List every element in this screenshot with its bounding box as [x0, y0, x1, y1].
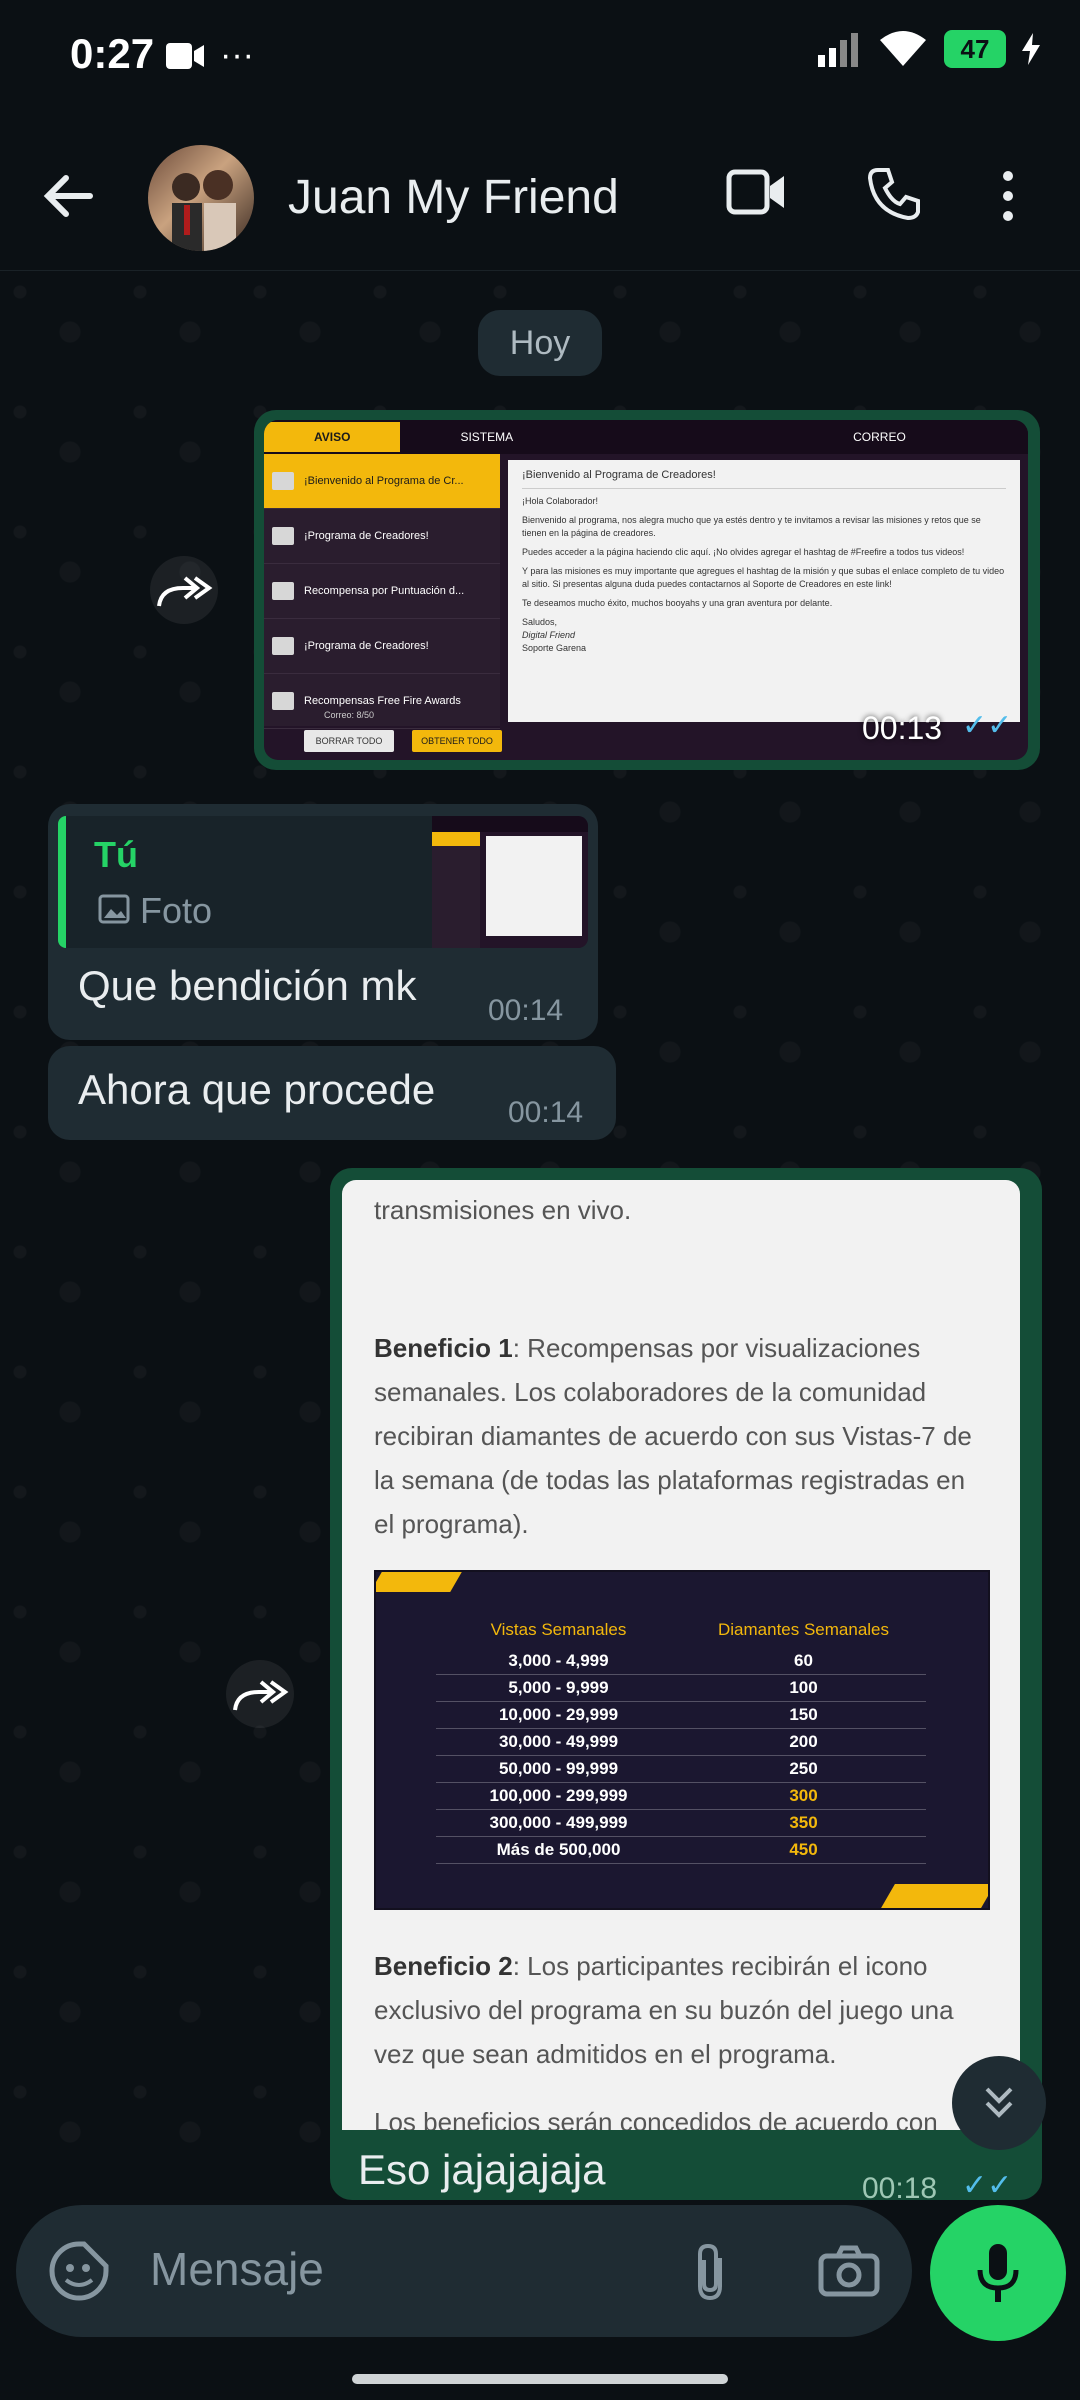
screenshot-delete-all-button: BORRAR TODO: [304, 730, 394, 752]
mail-icon: [272, 472, 294, 490]
mail-icon: [272, 692, 294, 710]
voice-call-button[interactable]: [866, 166, 922, 227]
screenshot-tab-aviso: AVISO: [264, 422, 401, 452]
mail-icon: [272, 582, 294, 600]
read-receipt-icon: ✓✓: [962, 2169, 1013, 2202]
microphone-icon: [977, 2244, 1019, 2302]
screenshot-tab-correo: CORREO: [853, 430, 906, 444]
screenshot-mail-content: ¡Bienvenido al Programa de Creadores! ¡H…: [508, 460, 1020, 722]
status-time: 0:27: [70, 30, 155, 77]
sticker-icon: [49, 2241, 109, 2301]
screenshot-mail-count: Correo: 8/50: [324, 710, 375, 720]
screenshot-mail-body: Y para las misiones es muy importante qu…: [522, 566, 1005, 590]
message-text: Ahora que procede: [78, 1066, 436, 1113]
screenshot-mail-greeting: ¡Hola Colaborador!: [522, 495, 599, 506]
forward-button[interactable]: [226, 1660, 294, 1728]
photo-icon: [98, 894, 130, 929]
document-text: transmisiones en vivo.: [374, 1195, 632, 1225]
benefit-text: : Recompensas por visualizaciones semana…: [374, 1333, 972, 1539]
back-arrow-icon: [43, 175, 93, 217]
kebab-menu-icon: [1003, 171, 1013, 221]
battery-indicator: 47: [944, 30, 1006, 68]
forward-button[interactable]: [150, 556, 218, 624]
table-row: Más de 500,000 450: [436, 1837, 926, 1864]
forward-arrows-icon: [157, 576, 213, 607]
screenshot-mail-item: Recompensa por Puntuación d...: [264, 564, 500, 619]
status-notification-icons: ···: [166, 36, 254, 75]
message-input[interactable]: Mensaje: [150, 2242, 324, 2296]
read-receipt-icon: ✓✓: [962, 709, 1013, 742]
mail-icon: [272, 527, 294, 545]
message-caption: Eso jajajajaja: [358, 2146, 606, 2193]
charging-icon: [1022, 33, 1040, 65]
message-time: 00:13: [862, 710, 943, 746]
more-notifications-icon: ···: [220, 36, 254, 74]
more-options-button[interactable]: [1000, 168, 1016, 229]
document-text: Los beneficios serán concedidos de acuer…: [374, 2107, 938, 2130]
quoted-message-bar: [58, 816, 66, 948]
screenshot-tab-sistema: SISTEMA: [460, 430, 514, 444]
date-chip: Hoy: [478, 310, 602, 376]
quoted-sender-name: Tú: [94, 834, 138, 875]
shared-screenshot-image[interactable]: AVISO SISTEMA CORREO ¡Bienvenido al Prog…: [264, 420, 1028, 760]
quoted-thumbnail: [432, 816, 588, 948]
screenshot-mail-signature: Saludos,: [522, 617, 558, 628]
video-notification-icon: [166, 42, 204, 69]
contact-name[interactable]: Juan My Friend: [288, 170, 619, 225]
phone-icon: [867, 168, 920, 221]
screenshot-tab-bar: AVISO SISTEMA CORREO: [264, 420, 1028, 454]
emoji-button[interactable]: [48, 2240, 110, 2307]
status-system-icons: 47: [816, 30, 1040, 68]
wifi-icon: [880, 31, 926, 66]
screenshot-mail-item: Recompensas Free Fire Awards: [264, 674, 500, 729]
screenshot-mail-body: Bienvenido al programa, nos alegra mucho…: [522, 514, 981, 539]
paperclip-icon: [698, 2243, 722, 2301]
rewards-table: Vistas Semanales Diamantes Semanales 3,0…: [436, 1612, 926, 1864]
screenshot-mail-title: ¡Bienvenido al Programa de Creadores!: [522, 468, 1006, 489]
attach-button[interactable]: [690, 2240, 730, 2309]
message-text: Que bendición mk: [78, 962, 417, 1009]
screenshot-mail-item: ¡Programa de Creadores!: [264, 509, 500, 564]
message-time: 00:14: [488, 994, 564, 1027]
home-indicator: [352, 2374, 728, 2384]
double-chevron-down-icon: [985, 2087, 1013, 2118]
screenshot-mail-body: Puedes acceder a la página haciendo clic…: [522, 547, 965, 558]
benefit-label: Beneficio 1: [374, 1333, 513, 1363]
back-button[interactable]: [40, 168, 96, 229]
quoted-message-type: Foto: [140, 890, 213, 931]
scroll-to-bottom-button[interactable]: [952, 2056, 1046, 2150]
video-call-button[interactable]: [726, 166, 788, 223]
video-call-icon: [726, 169, 784, 215]
shared-document-image[interactable]: transmisiones en vivo. Beneficio 1: Reco…: [342, 1180, 1020, 2130]
voice-message-button[interactable]: [930, 2205, 1066, 2341]
mail-icon: [272, 637, 294, 655]
screenshot-mail-signature: Digital Friend: [522, 630, 576, 641]
screenshot-mail-body: Te deseamos mucho éxito, muchos booyahs …: [522, 598, 833, 609]
screenshot-mail-signature: Soporte Garena: [522, 643, 587, 654]
forward-arrows-icon: [233, 1680, 289, 1711]
screenshot-mail-item: ¡Bienvenido al Programa de Cr...: [264, 454, 500, 509]
camera-icon: [818, 2245, 880, 2297]
screenshot-mail-item: ¡Programa de Creadores!: [264, 619, 500, 674]
screenshot-mail-list: ¡Bienvenido al Programa de Cr... ¡Progra…: [264, 454, 500, 729]
document-paragraph: Beneficio 2: Los participantes recibirán…: [374, 1944, 984, 2076]
screenshot-get-all-button: OBTENER TODO: [412, 730, 502, 752]
signal-icon: [818, 33, 858, 67]
message-time: 00:14: [508, 1096, 584, 1129]
contact-avatar[interactable]: [148, 145, 254, 251]
rewards-table-image: Vistas Semanales Diamantes Semanales 3,0…: [374, 1570, 990, 1910]
message-time: 00:18: [862, 2172, 938, 2205]
camera-button[interactable]: [818, 2244, 880, 2303]
document-paragraph: Beneficio 1: Recompensas por visualizaci…: [374, 1326, 984, 1546]
benefit-label: Beneficio 2: [374, 1951, 513, 1981]
